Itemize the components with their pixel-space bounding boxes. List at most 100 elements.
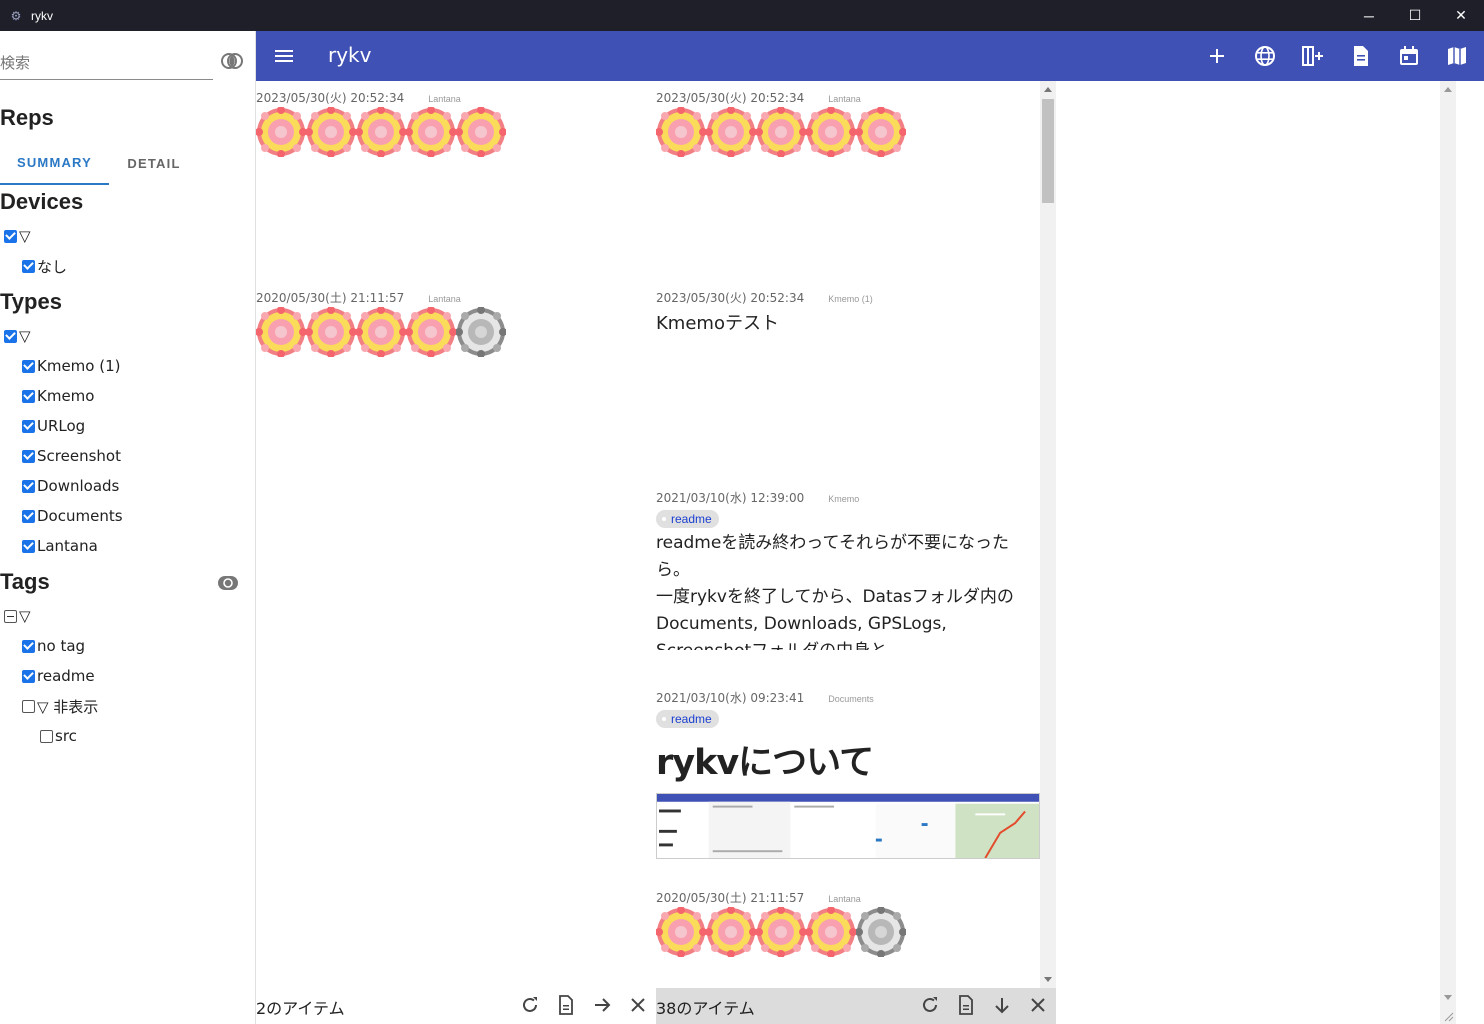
- refresh-icon[interactable]: [919, 994, 941, 1016]
- item-time: 2020/05/30(土) 21:11:57: [256, 291, 405, 305]
- item-count: 2のアイテム: [256, 999, 345, 1018]
- refresh-icon[interactable]: [519, 994, 541, 1016]
- tags-root-checkbox[interactable]: [4, 609, 17, 623]
- tag-label: no tag: [37, 637, 86, 655]
- item-time: 2023/05/30(火) 20:52:34: [256, 91, 405, 105]
- tag-checkbox[interactable]: [22, 699, 35, 713]
- tags-root[interactable]: ▽: [4, 605, 31, 627]
- list-item[interactable]: 2020/05/30(土) 21:11:57 Lantana: [256, 289, 640, 357]
- tag-label: src: [55, 727, 77, 745]
- calendar-icon[interactable]: [1397, 44, 1421, 68]
- tag-item[interactable]: no tag: [22, 635, 85, 657]
- flower-icon: [256, 107, 306, 157]
- minimize-button[interactable]: ─: [1346, 0, 1392, 31]
- arrow-down-icon[interactable]: [991, 994, 1013, 1016]
- type-checkbox[interactable]: [22, 509, 35, 523]
- tab-detail[interactable]: DETAIL: [109, 141, 199, 185]
- flower-icon: [306, 307, 356, 357]
- type-checkbox[interactable]: [22, 359, 35, 373]
- type-checkbox[interactable]: [22, 449, 35, 463]
- globe-icon[interactable]: [1253, 44, 1277, 68]
- scroll-down-icon[interactable]: [1044, 977, 1052, 982]
- type-checkbox[interactable]: [22, 479, 35, 493]
- types-root[interactable]: ▽: [4, 325, 31, 347]
- scroll-up-icon[interactable]: [1044, 87, 1052, 92]
- type-item[interactable]: Lantana: [22, 535, 98, 557]
- type-checkbox[interactable]: [22, 419, 35, 433]
- tag-dot-icon: [662, 517, 666, 521]
- menu-icon[interactable]: [274, 46, 294, 66]
- list-item[interactable]: 2023/05/30(火) 20:52:34 Lantana: [256, 89, 640, 157]
- close-icon[interactable]: [627, 994, 649, 1016]
- close-window-button[interactable]: ✕: [1438, 0, 1484, 31]
- type-item[interactable]: Kmemo: [22, 385, 94, 407]
- tags-toggle-icon[interactable]: [218, 576, 238, 590]
- tag-item[interactable]: src: [40, 725, 77, 747]
- tag-item[interactable]: ▽ 非表示: [22, 695, 98, 717]
- devices-root-label: ▽: [19, 227, 31, 245]
- list-item[interactable]: 2023/05/30(火) 20:52:34 Kmemo (1) Kmemoテスト: [656, 289, 1040, 335]
- add-icon[interactable]: [1205, 44, 1229, 68]
- window-controls: ─ ☐ ✕: [1346, 0, 1484, 31]
- device-item[interactable]: なし: [22, 255, 67, 277]
- scroll-down-icon[interactable]: [1444, 995, 1452, 1000]
- document-icon[interactable]: [1349, 44, 1373, 68]
- app-icon: ⚙: [10, 8, 22, 23]
- item-rep: Lantana: [428, 294, 461, 304]
- tag-checkbox[interactable]: [22, 639, 35, 653]
- column-1: 2023/05/30(火) 20:52:34 Lantana 2020/05/30…: [256, 81, 656, 1024]
- column-2: 2023/05/30(火) 20:52:34 Lantana 2023/05/30…: [656, 81, 1040, 1024]
- tag-checkbox[interactable]: [22, 669, 35, 683]
- tag-chip[interactable]: readme: [656, 710, 719, 728]
- type-item[interactable]: Kmemo (1): [22, 355, 120, 377]
- column-1-footer: 2のアイテム: [256, 988, 656, 1024]
- memo-line: readmeを読み終わってそれらが不要になったら。: [656, 533, 1009, 580]
- arrow-right-icon[interactable]: [591, 994, 613, 1016]
- type-item[interactable]: Screenshot: [22, 445, 121, 467]
- flower-icon: [356, 107, 406, 157]
- type-checkbox[interactable]: [22, 389, 35, 403]
- types-root-checkbox[interactable]: [4, 329, 17, 343]
- list-item[interactable]: 2021/03/10(水) 12:39:00 Kmemo readme readm…: [656, 489, 1040, 650]
- sidebar: Reps SUMMARY DETAIL Devices ▽ なし Types ▽…: [0, 31, 256, 1024]
- type-item[interactable]: Downloads: [22, 475, 119, 497]
- tab-summary[interactable]: SUMMARY: [0, 141, 109, 185]
- scroll-up-icon[interactable]: [1444, 87, 1452, 92]
- list-item[interactable]: 2020/05/30(土) 21:11:57 Lantana: [656, 889, 1040, 957]
- item-time: 2020/05/30(土) 21:11:57: [656, 891, 805, 905]
- tag-checkbox[interactable]: [40, 729, 53, 743]
- lantana-rating: [656, 907, 1040, 957]
- search-mode-toggle-icon[interactable]: [221, 52, 243, 70]
- add-column-icon[interactable]: [1301, 44, 1325, 68]
- type-checkbox[interactable]: [22, 539, 35, 553]
- maximize-button[interactable]: ☐: [1392, 0, 1438, 31]
- devices-root[interactable]: ▽: [4, 225, 31, 247]
- device-checkbox[interactable]: [22, 259, 35, 273]
- types-root-label: ▽: [19, 327, 31, 345]
- list-item[interactable]: 2021/03/10(水) 09:23:41 Documents readme r…: [656, 689, 1040, 864]
- item-count: 38のアイテム: [656, 999, 755, 1018]
- type-label: Documents: [37, 507, 123, 525]
- item-rep: Lantana: [428, 94, 461, 104]
- document-icon[interactable]: [955, 994, 977, 1016]
- type-item[interactable]: Documents: [22, 505, 123, 527]
- column-2-scrollbar[interactable]: [1040, 81, 1056, 988]
- close-icon[interactable]: [1027, 994, 1049, 1016]
- type-item[interactable]: URLog: [22, 415, 85, 437]
- tag-chip[interactable]: readme: [656, 510, 719, 528]
- scrollbar-thumb[interactable]: [1042, 99, 1054, 203]
- memo-body: readmeを読み終わってそれらが不要になったら。 一度rykvを終了してから、…: [656, 530, 1040, 650]
- devices-root-checkbox[interactable]: [4, 229, 17, 243]
- screenshot-thumbnail[interactable]: [656, 793, 1040, 859]
- document-icon[interactable]: [555, 994, 577, 1016]
- flower-icon: [656, 907, 706, 957]
- tag-item[interactable]: readme: [22, 665, 95, 687]
- page-scrollbar[interactable]: [1440, 81, 1456, 1024]
- search-box: [0, 49, 213, 80]
- item-rep: Lantana: [828, 894, 861, 904]
- resize-grip-icon[interactable]: [1442, 1010, 1454, 1022]
- search-input[interactable]: [0, 49, 213, 77]
- map-icon[interactable]: [1445, 44, 1469, 68]
- list-item[interactable]: 2023/05/30(火) 20:52:34 Lantana: [656, 89, 1040, 157]
- document-title: rykvについて: [656, 743, 874, 783]
